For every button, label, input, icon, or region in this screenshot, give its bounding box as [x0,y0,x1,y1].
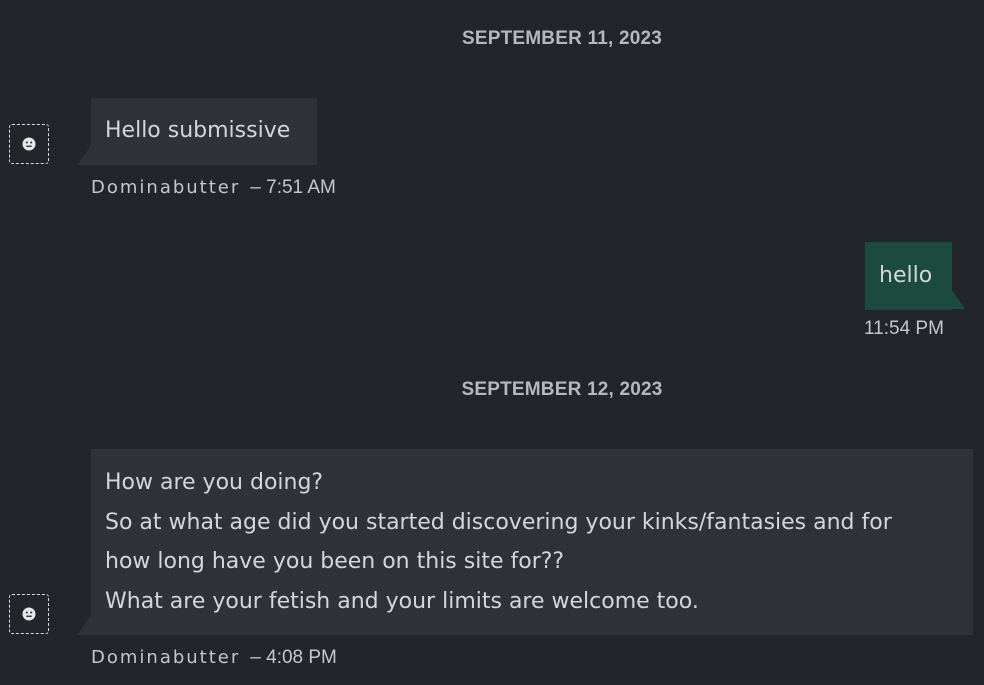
message-text: Hello submissive [105,118,291,143]
chat-view: SEPTEMBER 11, 2023 Hello submissive Domi… [0,0,984,685]
message-meta: Dominabutter – 4:08 PM [91,647,337,669]
message-bubble[interactable]: Hello submissive [91,98,317,165]
smiley-face-icon [22,137,36,151]
message-time: – 7:51 AM [250,177,336,198]
date-separator: SEPTEMBER 11, 2023 [461,28,663,49]
bubble-tail [951,289,965,309]
message-meta: Dominabutter – 7:51 AM [91,177,336,199]
message-text-line: So at what age did you started discoveri… [105,509,892,535]
sender-avatar[interactable] [9,124,49,164]
date-separator: SEPTEMBER 12, 2023 [461,379,663,400]
message-text-line: What are your fetish and your limits are… [105,588,699,614]
message-text-line: How are you doing? [105,470,324,495]
bubble-tail [77,145,91,165]
message-time: – 4:08 PM [250,647,337,668]
sender-name[interactable]: Dominabutter [91,647,240,668]
sender-avatar[interactable] [9,594,49,634]
sender-name[interactable]: Dominabutter [91,177,240,198]
message-bubble[interactable]: hello [865,242,952,310]
bubble-tail [77,615,91,635]
message-time: 11:54 PM [864,318,944,339]
message-text: hello [879,263,933,288]
message-bubble[interactable]: How are you doing? So at what age did yo… [91,449,973,635]
message-text-line: how long have you been on this site for?… [105,549,565,574]
smiley-face-icon [22,607,36,621]
